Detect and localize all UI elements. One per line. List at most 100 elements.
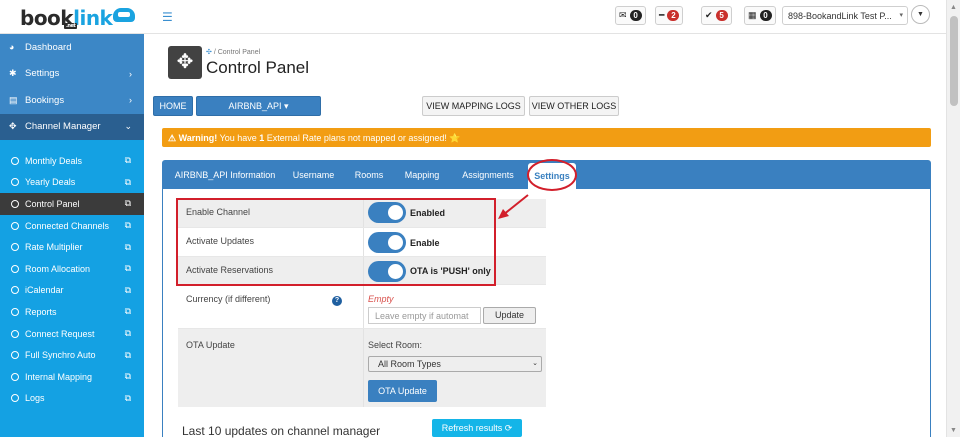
check-count-badge: 5 bbox=[715, 10, 728, 21]
top-bar: booklink .net ☰ ✉ 0 ━ 2 ✔ 5 ▦ 0 898-BookandL… bbox=[0, 0, 946, 34]
annotation-arrow-icon bbox=[498, 194, 529, 219]
tab-username[interactable]: Username bbox=[286, 160, 341, 189]
sidebar-subitem-control-panel[interactable]: Control Panel ⧉ bbox=[0, 193, 144, 215]
view-other-logs-button[interactable]: VIEW OTHER LOGS bbox=[529, 96, 619, 116]
sidebar-subitem-full-synchro-auto[interactable]: Full Synchro Auto ⧉ bbox=[0, 344, 144, 366]
currency-input[interactable]: Leave empty if automat bbox=[368, 307, 481, 324]
refresh-results-button[interactable]: Refresh results ⟳ bbox=[432, 419, 522, 437]
ota-update-button[interactable]: OTA Update bbox=[368, 380, 437, 402]
chevron-down-icon: ⌄ bbox=[532, 360, 538, 367]
circle-icon bbox=[11, 286, 19, 295]
page-scrollbar[interactable]: ▲ ▼ bbox=[946, 0, 960, 437]
sidebar-subitem-label: iCalendar bbox=[25, 285, 64, 296]
minus-icon: ━ bbox=[659, 10, 665, 20]
help-icon[interactable]: ? bbox=[332, 296, 342, 306]
sidebar-subitem-room-allocation[interactable]: Room Allocation ⧉ bbox=[0, 258, 144, 280]
star-icon: ⭐ bbox=[449, 133, 461, 143]
gear-icon: ✱ bbox=[9, 68, 17, 79]
sidebar-subitem-label: Connect Request bbox=[25, 328, 95, 339]
sidebar-subitem-logs[interactable]: Logs ⧉ bbox=[0, 388, 144, 410]
external-link-icon[interactable]: ⧉ bbox=[125, 198, 131, 209]
sidebar-subitem-label: Control Panel bbox=[25, 198, 80, 209]
external-link-icon[interactable]: ⧉ bbox=[125, 220, 131, 231]
sidebar-item-bookings[interactable]: ▤ Bookings › bbox=[0, 87, 144, 114]
move-arrows-icon: ✥ bbox=[168, 46, 202, 79]
external-link-icon[interactable]: ⧉ bbox=[125, 328, 131, 339]
external-link-icon[interactable]: ⧉ bbox=[125, 155, 131, 166]
sidebar-subitem-connect-request[interactable]: Connect Request ⧉ bbox=[0, 323, 144, 345]
check-button[interactable]: ✔ 5 bbox=[701, 6, 732, 25]
tab-airbnb-api-information[interactable]: AIRBNB_API Information bbox=[170, 160, 280, 189]
ota-update-label: OTA Update bbox=[186, 340, 235, 350]
sidebar-subitem-label: Yearly Deals bbox=[25, 177, 76, 188]
property-select[interactable]: 898-BookandLink Test P... ▾ bbox=[782, 6, 908, 25]
chevron-down-icon: ⌄ bbox=[124, 121, 132, 132]
sidebar-subitem-reports[interactable]: Reports ⧉ bbox=[0, 301, 144, 323]
room-type-select-value: All Room Types bbox=[378, 359, 441, 369]
sidebar-item-settings[interactable]: ✱ Settings › bbox=[0, 61, 144, 88]
sidebar-subitem-connected-channels[interactable]: Connected Channels ⧉ bbox=[0, 215, 144, 237]
room-type-select[interactable]: All Room Types ⌄ bbox=[368, 356, 542, 372]
page-title: Control Panel bbox=[206, 58, 310, 77]
external-link-icon[interactable]: ⧉ bbox=[125, 177, 131, 188]
calendar-button[interactable]: ▦ 0 bbox=[744, 6, 776, 25]
tab-mapping[interactable]: Mapping bbox=[397, 160, 447, 189]
sidebar-subitem-label: Reports bbox=[25, 306, 57, 317]
scrollbar-thumb[interactable] bbox=[950, 16, 958, 106]
sidebar-subitem-internal-mapping[interactable]: Internal Mapping ⧉ bbox=[0, 366, 144, 388]
external-link-icon[interactable]: ⧉ bbox=[125, 242, 131, 253]
column-divider bbox=[363, 285, 364, 328]
scroll-down-icon[interactable]: ▼ bbox=[950, 427, 957, 434]
sidebar-subitem-icalendar[interactable]: iCalendar ⧉ bbox=[0, 280, 144, 302]
breadcrumb: ✣ / Control Panel bbox=[206, 48, 260, 56]
view-mapping-logs-button[interactable]: VIEW MAPPING LOGS bbox=[422, 96, 525, 116]
sidebar-subitem-label: Connected Channels bbox=[25, 220, 110, 231]
minus-button[interactable]: ━ 2 bbox=[655, 6, 684, 25]
last-updates-heading: Last 10 updates on channel manager bbox=[182, 424, 381, 438]
circle-icon bbox=[11, 307, 19, 316]
external-link-icon[interactable]: ⧉ bbox=[125, 350, 131, 361]
menu-toggle-icon[interactable]: ☰ bbox=[162, 10, 173, 24]
external-link-icon[interactable]: ⧉ bbox=[125, 285, 131, 296]
channel-manager-icon: ✥ bbox=[9, 121, 17, 132]
sidebar-subitem-rate-multiplier[interactable]: Rate Multiplier ⧉ bbox=[0, 236, 144, 258]
circle-icon bbox=[11, 351, 19, 360]
user-menu-button[interactable]: ▼ bbox=[911, 5, 930, 24]
bookings-icon: ▤ bbox=[9, 94, 18, 105]
external-link-icon[interactable]: ⧉ bbox=[125, 306, 131, 317]
currency-empty-value[interactable]: Empty bbox=[368, 294, 394, 304]
mail-button[interactable]: ✉ 0 bbox=[615, 6, 646, 25]
calendar-icon: ▦ bbox=[748, 10, 757, 20]
sidebar-item-channel-manager[interactable]: ✥ Channel Manager ⌄ bbox=[0, 113, 144, 140]
channel-manager-submenu: Monthly Deals ⧉ Yearly Deals ⧉ Control Pan… bbox=[0, 140, 144, 409]
external-link-icon[interactable]: ⧉ bbox=[125, 371, 131, 382]
circle-icon bbox=[11, 156, 19, 165]
select-room-label: Select Room: bbox=[368, 340, 423, 350]
tab-assignments[interactable]: Assignments bbox=[454, 160, 522, 189]
sidebar-main-nav: ◕ Dashboard ✱ Settings › ▤ Bookings › ✥ … bbox=[0, 34, 144, 140]
sidebar-subitem-monthly-deals[interactable]: Monthly Deals ⧉ bbox=[0, 150, 144, 172]
sidebar-item-label: Channel Manager bbox=[25, 121, 101, 133]
warning-prefix: ⚠ Warning! bbox=[168, 133, 218, 143]
breadcrumb-home-icon[interactable]: ✣ bbox=[206, 49, 212, 56]
home-button[interactable]: HOME bbox=[153, 96, 193, 116]
logo-text-link: link bbox=[73, 6, 113, 30]
sidebar-subitem-yearly-deals[interactable]: Yearly Deals ⧉ bbox=[0, 172, 144, 194]
dashboard-icon: ◕ bbox=[9, 42, 15, 53]
external-link-icon[interactable]: ⧉ bbox=[125, 393, 131, 404]
scroll-up-icon[interactable]: ▲ bbox=[950, 4, 957, 11]
caret-down-icon: ▼ bbox=[917, 11, 924, 18]
external-link-icon[interactable]: ⧉ bbox=[125, 263, 131, 274]
sidebar-item-dashboard[interactable]: ◕ Dashboard bbox=[0, 34, 144, 61]
logo-text-net: .net bbox=[64, 23, 78, 29]
sidebar-item-label: Bookings bbox=[25, 94, 65, 106]
circle-icon bbox=[11, 178, 19, 187]
circle-icon bbox=[11, 264, 19, 273]
channel-dropdown-button[interactable]: AIRBNB_API ▾ bbox=[196, 96, 321, 116]
highlight-box-annotation bbox=[176, 198, 496, 286]
tab-rooms[interactable]: Rooms bbox=[347, 160, 391, 189]
booklink-logo[interactable]: booklink .net bbox=[20, 6, 136, 30]
sidebar-subitem-label: Internal Mapping bbox=[25, 371, 93, 382]
sidebar-item-label: Settings bbox=[25, 68, 60, 80]
currency-update-button[interactable]: Update bbox=[483, 307, 536, 324]
